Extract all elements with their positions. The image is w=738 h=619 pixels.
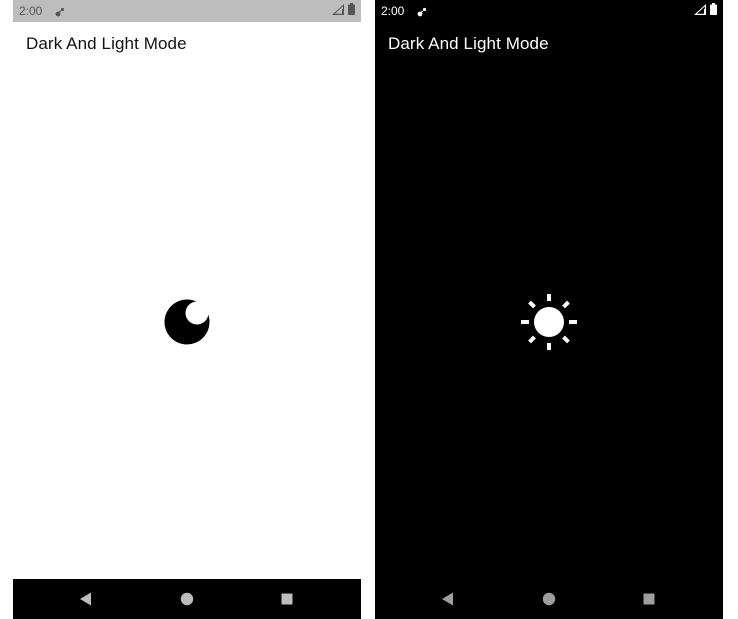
app-title: Dark And Light Mode [26,34,187,53]
notification-icon [416,5,428,17]
signal-icon [332,2,344,20]
status-bar: 2:00 [13,0,361,22]
back-icon[interactable] [76,589,96,609]
status-indicators [694,2,717,20]
recents-icon[interactable] [277,589,297,609]
notification-icon [54,5,66,17]
status-time: 2:00 [381,4,405,18]
phone-screen-light: 2:00 Dark And Light Mode [13,0,361,619]
sun-icon [521,294,577,354]
navigation-bar [13,579,361,619]
dark-mode-toggle[interactable] [163,298,211,346]
phone-screen-dark: 2:00 Dark And Light Mode [375,0,723,619]
home-icon[interactable] [177,589,197,609]
battery-icon [348,2,355,20]
signal-icon [694,2,706,20]
navigation-bar [375,579,723,619]
status-indicators [332,2,355,20]
recents-icon[interactable] [639,589,659,609]
app-title: Dark And Light Mode [388,34,549,53]
light-mode-toggle[interactable] [521,294,577,350]
status-bar: 2:00 [375,0,723,22]
back-icon[interactable] [438,589,458,609]
battery-icon [710,2,717,20]
status-time: 2:00 [19,4,43,18]
moon-icon [163,299,211,350]
home-icon[interactable] [539,589,559,609]
